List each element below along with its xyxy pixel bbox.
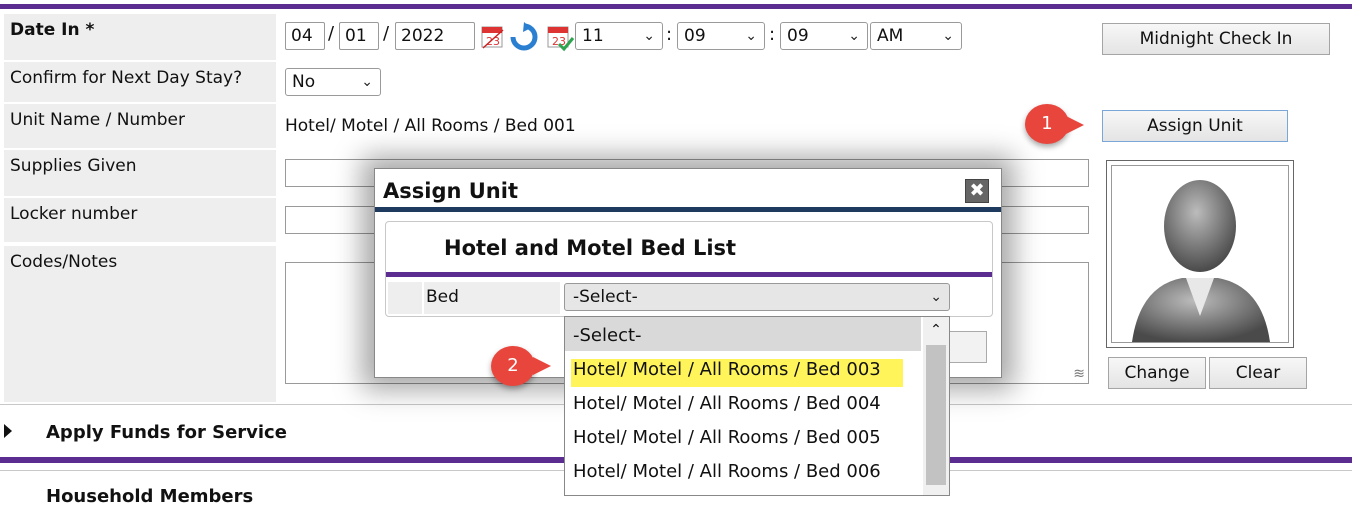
svg-text:23: 23 [486,35,500,48]
confirm-next-day-label: Confirm for Next Day Stay? [4,62,276,102]
resize-handle-icon[interactable]: ≋ [1073,366,1085,382]
chevron-down-icon: ⌄ [848,28,860,44]
assign-unit-button[interactable]: Assign Unit [1102,110,1288,142]
close-icon[interactable]: ✖ [965,179,989,203]
photo-frame [1106,160,1294,348]
unit-name-label: Unit Name / Number [4,104,276,148]
locker-number-label: Locker number [4,198,276,242]
bed-list-rule [386,272,992,277]
date-month-input[interactable]: 04 [285,22,325,50]
dropdown-scrollbar[interactable]: ⌃ [923,317,949,495]
chevron-down-icon: ⌄ [930,289,942,305]
bed-select-value: -Select- [573,287,638,307]
bed-select[interactable]: -Select- ⌄ [564,283,950,311]
date-in-label: Date In * [4,14,276,60]
chevron-down-icon: ⌄ [643,28,655,44]
dropdown-option-select[interactable]: -Select- [573,321,642,351]
date-separator-2: / [383,23,390,44]
clear-photo-button[interactable]: Clear [1209,357,1307,389]
calendar-check-icon[interactable]: 23 [545,22,575,52]
confirm-next-day-select[interactable]: No ⌄ [285,68,381,96]
unit-name-value: Hotel/ Motel / All Rooms / Bed 001 [285,116,576,136]
apply-funds-section-title[interactable]: Apply Funds for Service [46,422,287,443]
date-in-label-text: Date In [10,20,80,40]
avatar [1111,165,1289,343]
supplies-given-label: Supplies Given [4,150,276,196]
time-separator-1: : [666,24,673,45]
callout-badge-1: 1 [1025,104,1069,144]
dropdown-option-bed-004[interactable]: Hotel/ Motel / All Rooms / Bed 004 [573,389,881,419]
minute-value: 09 [684,26,706,46]
time-separator-2: : [769,24,776,45]
chevron-down-icon: ⌄ [942,28,954,44]
date-year-input[interactable]: 2022 [395,22,475,50]
household-section-title[interactable]: Household Members [46,486,253,507]
bed-list-title: Hotel and Motel Bed List [444,236,737,260]
chevron-down-icon: ⌄ [361,74,373,90]
callout-badge-2: 2 [491,346,535,386]
person-silhouette-icon [1132,180,1270,342]
midnight-check-in-button[interactable]: Midnight Check In [1102,23,1330,55]
scroll-up-icon[interactable]: ⌃ [923,317,949,343]
scrollbar-thumb[interactable] [926,345,946,485]
required-mark: * [85,20,95,40]
top-accent-bar [0,4,1352,9]
callout-arrow-2 [533,357,551,375]
second-value: 09 [787,26,809,46]
bed-row-spacer [388,282,422,314]
bed-dropdown-list: -Select- Hotel/ Motel / All Rooms / Bed … [564,316,950,496]
refresh-icon[interactable] [509,22,539,52]
codes-notes-label: Codes/Notes [4,246,276,402]
confirm-value: No [292,72,316,92]
bed-list-panel: Hotel and Motel Bed List Bed -Select- ⌄ [385,221,993,317]
chevron-down-icon: ⌄ [745,28,757,44]
minute-select[interactable]: 09 ⌄ [677,22,765,50]
hour-select[interactable]: 11 ⌄ [575,22,663,50]
dropdown-option-bed-005[interactable]: Hotel/ Motel / All Rooms / Bed 005 [573,423,881,453]
date-separator-1: / [328,23,335,44]
dialog-title-rule [375,207,1001,212]
bed-label: Bed [424,282,560,314]
callout-arrow-1 [1066,116,1084,134]
hour-value: 11 [582,26,604,46]
dropdown-option-bed-006[interactable]: Hotel/ Motel / All Rooms / Bed 006 [573,457,881,487]
calendar-icon[interactable]: 23 [479,22,505,50]
dropdown-option-bed-003[interactable]: Hotel/ Motel / All Rooms / Bed 003 [573,355,881,385]
expand-triangle-icon[interactable] [4,424,12,438]
dialog-title: Assign Unit [383,179,518,203]
second-select[interactable]: 09 ⌄ [780,22,868,50]
ampm-select[interactable]: AM ⌄ [870,22,962,50]
date-day-input[interactable]: 01 [339,22,379,50]
ampm-value: AM [877,26,904,46]
change-photo-button[interactable]: Change [1108,357,1206,389]
